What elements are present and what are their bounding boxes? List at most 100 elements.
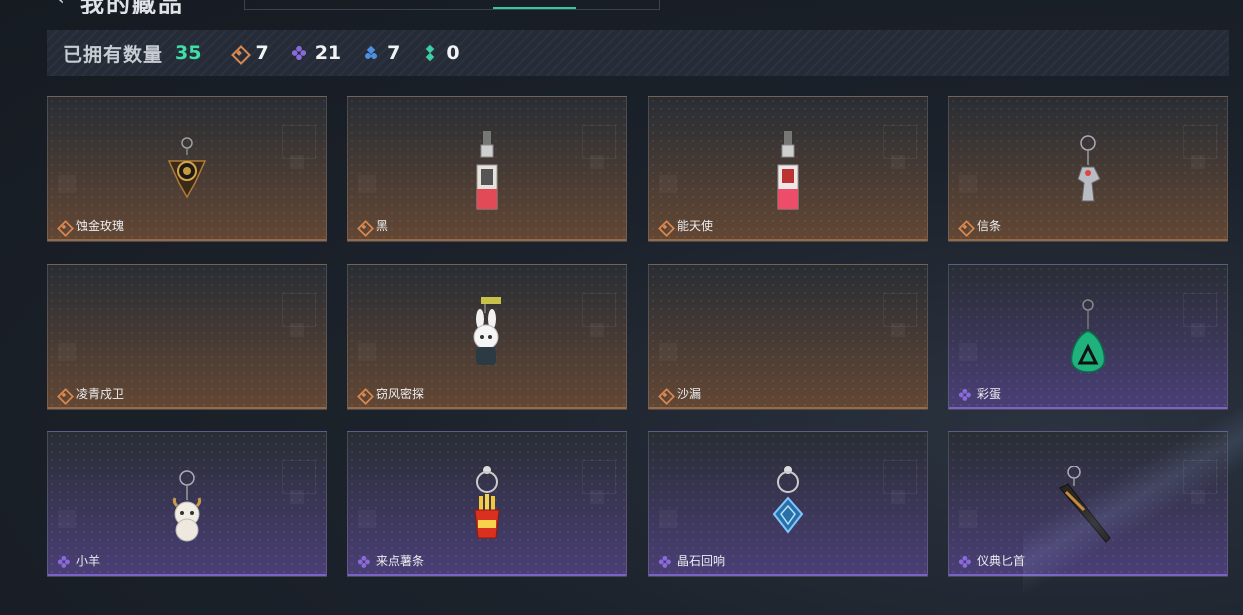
charm-card[interactable]: 来点薯条 [347, 431, 627, 577]
stat-purple: 21 [291, 42, 341, 64]
orange-diamond-gem-icon [658, 388, 670, 400]
stat-green-count: 0 [446, 42, 460, 64]
tab-active[interactable] [493, 0, 576, 9]
card-decoration [582, 125, 616, 159]
charm-card[interactable]: 凌青戍卫 [47, 264, 327, 410]
orange-diamond-gem-icon [231, 45, 247, 61]
charm-label: 来点薯条 [356, 552, 424, 569]
orange-diamond-gem-icon [357, 220, 369, 232]
stat-green: 0 [422, 42, 459, 64]
charm-card[interactable]: 仪典匕首 [948, 431, 1228, 577]
charm-label: 沙漏 [657, 385, 701, 402]
charm-name: 能天使 [677, 219, 714, 233]
dagger-charm-icon [1059, 466, 1111, 543]
tier-bar [649, 407, 927, 409]
card-decoration [883, 460, 917, 494]
card-decoration [1183, 293, 1217, 327]
card-charm-icon [777, 131, 799, 210]
charm-label: 小羊 [56, 552, 100, 569]
tier-bar [949, 407, 1227, 409]
card-decoration [590, 323, 604, 337]
charm-name: 蚀金玫瑰 [76, 219, 125, 233]
card-decoration [582, 460, 616, 494]
rose-charm-icon [167, 137, 207, 199]
charm-card[interactable]: 小羊 [47, 431, 327, 577]
card-decoration [358, 343, 376, 361]
charm-label: 信条 [957, 217, 1001, 234]
tier-bar [949, 574, 1227, 576]
card-decoration [58, 343, 76, 361]
card-decoration [1183, 460, 1217, 494]
owned-count-label: 已拥有数量 [63, 43, 164, 66]
card-decoration [282, 460, 316, 494]
stat-blue: 7 [363, 42, 400, 64]
orange-diamond-gem-icon [57, 388, 69, 400]
charm-card[interactable]: 能天使 [648, 96, 928, 242]
tier-bar [48, 239, 326, 241]
sheep-charm-icon [172, 470, 202, 542]
figure-charm-icon [1077, 135, 1101, 202]
tier-bar [649, 574, 927, 576]
top-bar: ‹ 我的藏品 [0, 0, 1243, 14]
charm-name: 沙漏 [677, 387, 702, 401]
fries-charm-icon [474, 466, 500, 539]
stat-purple-count: 21 [314, 42, 342, 64]
card-decoration [58, 510, 76, 528]
card-charm-icon [476, 131, 498, 210]
card-decoration [659, 175, 677, 193]
card-decoration [891, 490, 905, 504]
card-decoration [290, 490, 304, 504]
green-dots-gem-icon [422, 45, 438, 61]
card-decoration [883, 293, 917, 327]
arrow-left-icon[interactable]: ‹ [56, 0, 65, 11]
card-decoration [290, 323, 304, 337]
charm-card[interactable]: 彩蛋 [948, 264, 1228, 410]
purple-clover-gem-icon [958, 555, 970, 567]
purple-clover-gem-icon [658, 555, 670, 567]
card-decoration [659, 343, 677, 361]
tier-bar [348, 574, 626, 576]
charm-name: 信条 [977, 219, 1002, 233]
tier-bar [348, 239, 626, 241]
card-decoration [290, 155, 304, 169]
card-decoration [891, 323, 905, 337]
card-decoration [358, 510, 376, 528]
card-decoration [959, 343, 977, 361]
owned-count-total: 35 [175, 42, 202, 64]
charm-name: 凌青戍卫 [76, 387, 125, 401]
purple-clover-gem-icon [291, 45, 307, 61]
charm-name: 小羊 [76, 554, 101, 568]
charm-card[interactable]: 晶石回响 [648, 431, 928, 577]
charm-label: 晶石回响 [657, 552, 725, 569]
card-decoration [282, 293, 316, 327]
charm-card[interactable]: 沙漏 [648, 264, 928, 410]
charm-card[interactable]: 黑 [347, 96, 627, 242]
card-decoration [282, 125, 316, 159]
card-decoration [582, 293, 616, 327]
orange-diamond-gem-icon [958, 220, 970, 232]
crystal-charm-icon [772, 466, 804, 534]
charm-card[interactable]: 蚀金玫瑰 [47, 96, 327, 242]
charm-label: 窃风密探 [356, 385, 424, 402]
charm-name: 窃风密探 [376, 387, 425, 401]
tier-bar [48, 407, 326, 409]
charm-label: 黑 [356, 217, 388, 234]
charm-name: 彩蛋 [977, 387, 1002, 401]
charm-card[interactable]: 信条 [948, 96, 1228, 242]
purple-clover-gem-icon [57, 555, 69, 567]
charm-label: 能天使 [657, 217, 713, 234]
charm-name: 来点薯条 [376, 554, 425, 568]
purple-clover-gem-icon [958, 388, 970, 400]
stat-blue-count: 7 [387, 42, 401, 64]
charm-card[interactable]: 窃风密探 [347, 264, 627, 410]
charm-name: 仪典匕首 [977, 554, 1026, 568]
blue-tri-gem-icon [363, 45, 379, 61]
purple-clover-gem-icon [357, 555, 369, 567]
owned-count-bar: 已拥有数量 35 7 21 7 0 [47, 30, 1229, 76]
tab-inactive[interactable] [245, 0, 493, 9]
charm-label: 仪典匕首 [957, 552, 1025, 569]
charm-label: 蚀金玫瑰 [56, 217, 124, 234]
card-decoration [959, 175, 977, 193]
card-decoration [590, 155, 604, 169]
charm-label: 凌青戍卫 [56, 385, 124, 402]
